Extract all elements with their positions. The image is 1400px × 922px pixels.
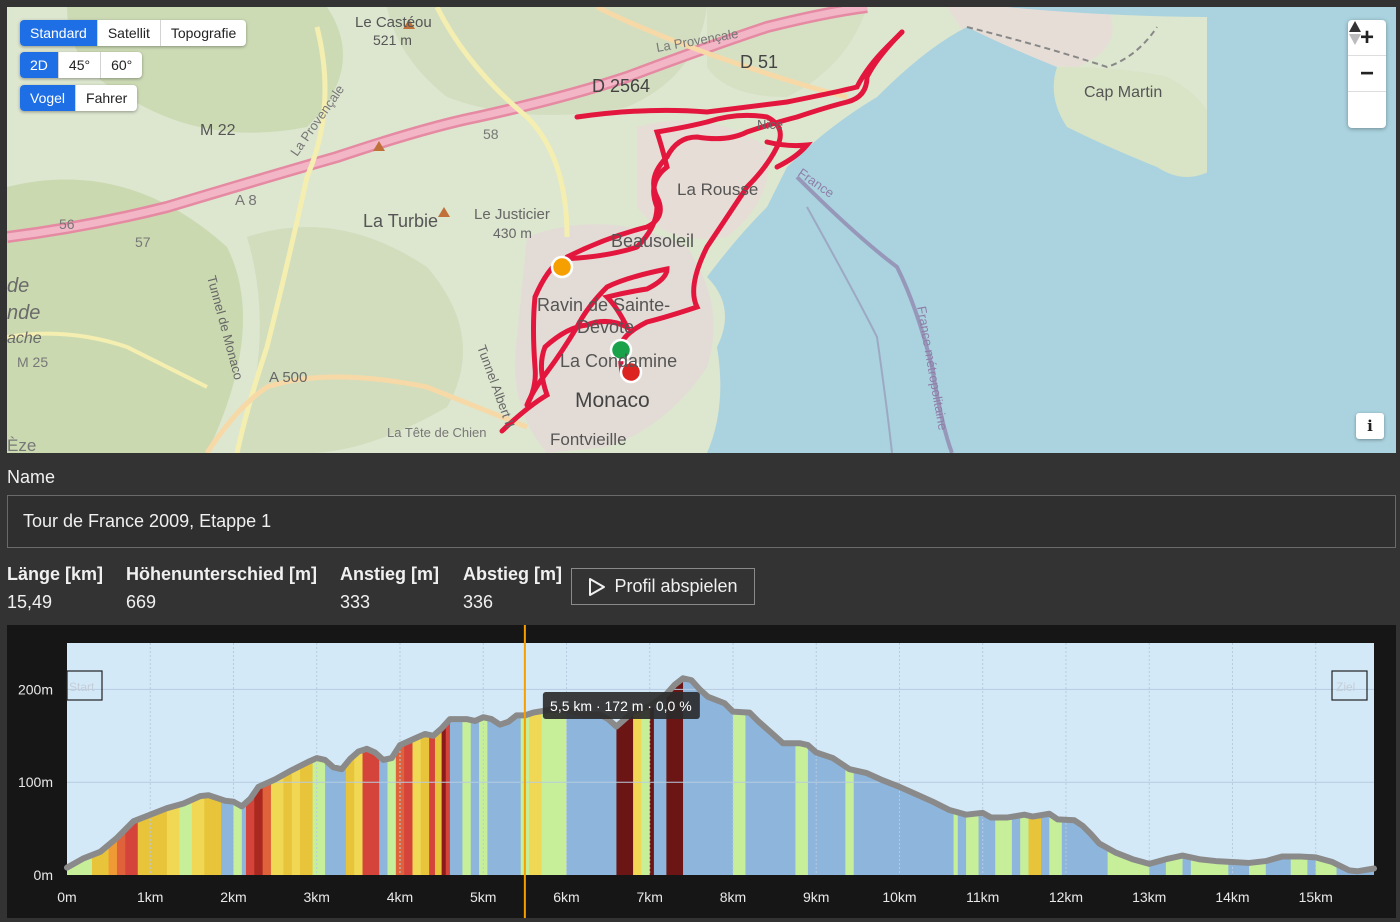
layer-satellite-button[interactable]: Satellit: [96, 20, 160, 46]
map-label: A 500: [269, 369, 307, 386]
map-label: M 22: [200, 122, 236, 139]
map-label: Le Justicier: [474, 206, 550, 223]
elevation-chart-svg[interactable]: 0m 1km 2km 3km 4km 5km 6km 7km 8km 9km 10km 11km 12k…: [7, 625, 1396, 918]
position-marker[interactable]: [550, 255, 574, 279]
x-tick-label: 13km: [1132, 889, 1166, 905]
map-label: Beausoleil: [611, 231, 694, 251]
map-label: Nice: [757, 117, 783, 132]
perspective-bird-button[interactable]: Vogel: [20, 85, 76, 111]
map-label: La Rousse: [677, 180, 758, 199]
view-45-button[interactable]: 45°: [57, 52, 100, 78]
y-tick-label: 100m: [18, 774, 53, 790]
stat-height-difference-value: 669: [126, 592, 157, 612]
stat-length-value: 15,49: [7, 592, 53, 612]
map-label: D 2564: [592, 76, 650, 96]
x-tick-label: 5km: [470, 889, 496, 905]
x-tick-label: 12km: [1049, 889, 1083, 905]
stat-ascent-value: 333: [340, 592, 371, 612]
map-navigation-control: + −: [1348, 20, 1386, 128]
map-label: Èze: [7, 436, 36, 453]
x-tick-label: 2km: [220, 889, 246, 905]
x-tick-label: 3km: [304, 889, 330, 905]
x-tick-label: 0m: [57, 889, 76, 905]
map-label: 57: [135, 234, 151, 250]
x-tick-label: 10km: [882, 889, 916, 905]
map-label: de: [7, 275, 29, 297]
end-label: Ziel: [1336, 680, 1355, 694]
map-label: La Tête de Chien: [387, 425, 487, 440]
view-2d-button[interactable]: 2D: [20, 52, 58, 78]
name-input[interactable]: [7, 495, 1396, 548]
start-label: Start: [69, 680, 95, 694]
map-label: M 25: [17, 354, 48, 370]
x-tick-label: 7km: [637, 889, 663, 905]
play-icon: [589, 577, 606, 596]
stat-descent: Abstieg [m] 336: [463, 564, 562, 613]
map-info-button[interactable]: i: [1356, 413, 1384, 439]
elevation-profile-chart[interactable]: 0m 1km 2km 3km 4km 5km 6km 7km 8km 9km 10km 11km 12k…: [7, 625, 1396, 918]
stat-length-label: Länge [km]: [7, 564, 104, 584]
map-label: 58: [483, 126, 499, 142]
map-label: A 8: [235, 192, 257, 209]
play-profile-label: Profil abspielen: [614, 576, 738, 596]
map-canvas[interactable]: Le Castéou 521 m La Provençale D 2564 D …: [7, 7, 1396, 453]
y-tick-label: 200m: [18, 681, 53, 697]
x-tick-label: 14km: [1215, 889, 1249, 905]
map-label: ache: [7, 330, 42, 347]
map-label: Fontvieille: [550, 430, 627, 449]
name-label: Name: [7, 467, 56, 487]
map-label: D 51: [740, 52, 778, 72]
map-label: 430 m: [493, 225, 532, 241]
map-label: Monaco: [575, 389, 650, 412]
map[interactable]: Le Castéou 521 m La Provençale D 2564 D …: [7, 7, 1396, 453]
stat-height-difference-label: Höhenunterschied [m]: [126, 564, 318, 584]
stat-descent-value: 336: [463, 592, 494, 612]
info-icon: i: [1367, 417, 1373, 435]
stat-height-difference: Höhenunterschied [m] 669: [126, 564, 317, 613]
x-tick-label: 9km: [803, 889, 829, 905]
map-perspective-switch[interactable]: Vogel Fahrer: [20, 85, 138, 111]
x-tick-label: 8km: [720, 889, 746, 905]
map-label: Dévote: [577, 317, 634, 337]
layer-standard-button[interactable]: Standard: [20, 20, 97, 46]
perspective-driver-button[interactable]: Fahrer: [75, 85, 137, 111]
x-tick-label: 1km: [137, 889, 163, 905]
map-label: La Condamine: [560, 351, 677, 371]
stat-ascent-label: Anstieg [m]: [340, 564, 439, 584]
map-label: nde: [7, 302, 40, 324]
view-60-button[interactable]: 60°: [100, 52, 142, 78]
reset-north-button[interactable]: [1348, 21, 1386, 128]
map-label: 56: [59, 216, 75, 232]
map-label: Cap Martin: [1084, 84, 1162, 101]
zoom-out-button[interactable]: −: [1348, 56, 1386, 92]
stat-length: Länge [km] 15,49: [7, 564, 103, 613]
map-layer-switch[interactable]: Standard Satellit Topografie: [20, 20, 247, 46]
x-tick-label: 4km: [387, 889, 413, 905]
cursor-tooltip-label: 5,5 km · 172 m · 0,0 %: [550, 698, 692, 714]
play-profile-button[interactable]: Profil abspielen: [571, 568, 755, 605]
plus-icon: +: [1359, 23, 1374, 51]
compass-icon: [1349, 21, 1361, 45]
map-label: La Turbie: [363, 211, 438, 231]
minus-icon: −: [1359, 59, 1374, 87]
stat-descent-label: Abstieg [m]: [463, 564, 562, 584]
y-tick-label: 0m: [34, 867, 53, 883]
x-tick-label: 15km: [1299, 889, 1333, 905]
x-tick-label: 11km: [966, 889, 999, 905]
map-view-switch[interactable]: 2D 45° 60°: [20, 52, 143, 78]
map-label: Le Castéou: [355, 14, 432, 31]
map-label: Ravin de Sainte-: [537, 295, 670, 315]
x-tick-label: 6km: [553, 889, 579, 905]
layer-topography-button[interactable]: Topografie: [159, 20, 246, 46]
stat-ascent: Anstieg [m] 333: [340, 564, 439, 613]
map-label: 521 m: [373, 32, 412, 48]
